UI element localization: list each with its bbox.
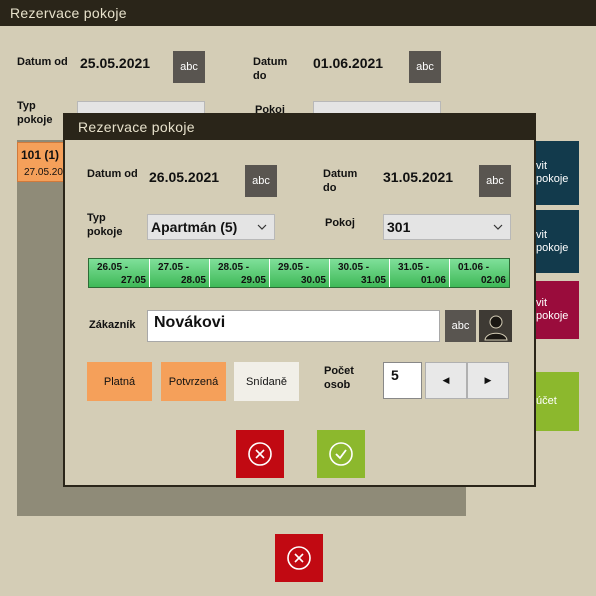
chevron-down-icon <box>256 221 268 233</box>
customer-select-button[interactable] <box>479 310 512 342</box>
dialog-confirm-button[interactable] <box>317 430 365 478</box>
room-item[interactable]: 101 (1) 27.05.20 <box>17 142 67 182</box>
dialog-date-from-value: 26.05.2021 <box>149 169 220 185</box>
date-from-keyboard-button[interactable]: abc <box>173 51 205 83</box>
room-value: 301 <box>387 219 411 235</box>
persons-input[interactable]: 5 <box>383 362 422 399</box>
dialog-date-to-label: Datum do <box>323 168 358 194</box>
dialog-cancel-button[interactable] <box>236 430 284 478</box>
window-titlebar: Rezervace pokoje <box>0 0 596 26</box>
dialog-date-from-label: Datum od <box>87 168 138 180</box>
dialog-date-to-keyboard-button[interactable]: abc <box>479 165 511 197</box>
room-type-label: Typ pokoje <box>17 100 53 126</box>
chevron-down-icon <box>492 221 504 233</box>
date-to-label: Datum do <box>253 56 288 82</box>
customer-keyboard-button[interactable]: abc <box>445 310 476 342</box>
date-range-cell[interactable]: 27.05 -28.05 <box>150 259 210 287</box>
dialog-room-select[interactable]: 301 <box>383 214 511 240</box>
customer-input[interactable]: Novákovi <box>147 310 440 342</box>
date-from-label: Datum od <box>17 56 68 68</box>
status-potvrzena-button[interactable]: Potvrzená <box>161 362 226 401</box>
dialog-titlebar: Rezervace pokoje <box>63 113 536 140</box>
arrow-right-icon: ▶ <box>484 375 492 385</box>
date-from-value: 25.05.2021 <box>80 55 151 71</box>
back-cancel-button[interactable] <box>275 534 323 582</box>
date-to-value: 01.06.2021 <box>313 55 384 71</box>
dialog-room-type-select[interactable]: Apartmán (5) <box>147 214 275 240</box>
cancel-icon <box>248 442 272 466</box>
date-range-cell[interactable]: 01.06 -02.06 <box>450 259 509 287</box>
window-title: Rezervace pokoje <box>10 5 127 21</box>
date-range-cell[interactable]: 29.05 -30.05 <box>270 259 330 287</box>
dialog-date-from-keyboard-button[interactable]: abc <box>245 165 277 197</box>
date-range-cell[interactable]: 31.05 -01.06 <box>390 259 450 287</box>
room-item-date: 27.05.20 <box>24 167 63 178</box>
room-type-value: Apartmán (5) <box>151 219 238 235</box>
status-platna-button[interactable]: Platná <box>87 362 152 401</box>
arrow-left-icon: ◀ <box>442 375 450 385</box>
dialog-room-type-label: Typ pokoje <box>87 212 123 238</box>
customer-label: Zákazník <box>89 319 136 331</box>
date-to-keyboard-button[interactable]: abc <box>409 51 441 83</box>
cancel-icon <box>287 546 311 570</box>
date-range-strip: 26.05 -27.05 27.05 -28.05 28.05 -29.05 2… <box>88 258 510 288</box>
date-range-cell[interactable]: 28.05 -29.05 <box>210 259 270 287</box>
persons-label: Počet osob <box>324 365 354 391</box>
decrease-button[interactable]: ◀ <box>425 362 467 399</box>
check-icon <box>329 442 353 466</box>
dialog-date-to-value: 31.05.2021 <box>383 169 454 185</box>
status-snidane-button[interactable]: Snídaně <box>234 362 299 401</box>
date-range-cell[interactable]: 26.05 -27.05 <box>89 259 150 287</box>
date-range-cell[interactable]: 30.05 -31.05 <box>330 259 390 287</box>
room-item-title: 101 (1) <box>21 148 60 162</box>
dialog-room-label: Pokoj <box>325 217 355 229</box>
increase-button[interactable]: ▶ <box>467 362 509 399</box>
dialog-title: Rezervace pokoje <box>78 118 195 135</box>
user-icon <box>483 315 508 341</box>
